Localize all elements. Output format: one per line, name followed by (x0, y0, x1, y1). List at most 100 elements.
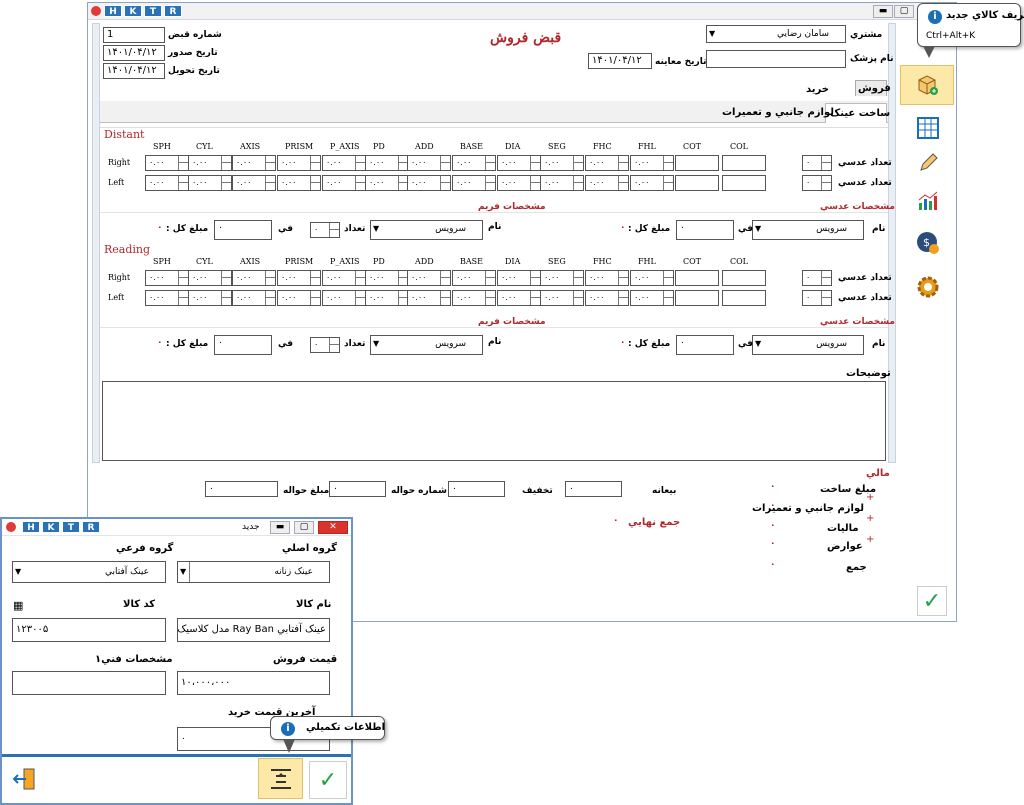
lens-name-select[interactable]: سرويس ▼ (752, 335, 864, 355)
prescription-cell[interactable] (675, 155, 719, 171)
prescription-cell[interactable]: ۰.۰۰ (365, 155, 409, 171)
lens-qty-spinner[interactable]: ۰ (802, 175, 832, 191)
frame-fi-input[interactable]: ۰ (214, 335, 272, 355)
lens-qty-spinner[interactable]: ۰ (802, 290, 832, 306)
prescription-cell[interactable] (722, 290, 766, 306)
prescription-cell[interactable]: ۰.۰۰ (145, 175, 189, 191)
maximize-icon[interactable]: ▢ (894, 5, 914, 18)
prescription-cell[interactable]: ۰.۰۰ (145, 290, 189, 306)
issue-date-input[interactable]: ۱۴۰۱/۰۴/۱۲ (103, 45, 165, 61)
prescription-cell[interactable]: ۰.۰۰ (322, 290, 366, 306)
frame-count-spinner[interactable]: ۰ (310, 337, 340, 353)
key-k[interactable]: K (124, 5, 142, 17)
prescription-cell[interactable]: ۰.۰۰ (630, 270, 674, 286)
prescription-cell[interactable]: ۰.۰۰ (407, 175, 451, 191)
key-r[interactable]: R (164, 5, 182, 17)
prescription-cell[interactable]: ۰.۰۰ (365, 175, 409, 191)
lens-fi-input[interactable]: ۰ (676, 335, 734, 355)
frame-name-select[interactable]: سرويس ▼ (370, 220, 483, 240)
transfer-no-input[interactable]: ۰ (329, 481, 386, 497)
lens-qty-spinner[interactable]: ۰ (802, 155, 832, 171)
key-k[interactable]: K (42, 521, 60, 533)
prescription-cell[interactable]: ۰.۰۰ (188, 270, 232, 286)
report-button[interactable] (913, 186, 943, 216)
key-r[interactable]: R (82, 521, 100, 533)
prescription-cell[interactable]: ۰.۰۰ (630, 290, 674, 306)
prescription-cell[interactable]: ۰.۰۰ (232, 175, 276, 191)
prescription-cell[interactable]: ۰.۰۰ (452, 155, 496, 171)
tech-spec-input[interactable] (12, 671, 166, 695)
prescription-cell[interactable] (675, 175, 719, 191)
key-t[interactable]: T (144, 5, 162, 17)
close-icon[interactable]: ✕ (318, 521, 348, 534)
key-t[interactable]: T (62, 521, 80, 533)
prescription-cell[interactable]: ۰.۰۰ (322, 270, 366, 286)
prescription-cell[interactable] (722, 175, 766, 191)
prescription-cell[interactable]: ۰.۰۰ (497, 155, 541, 171)
sub-group-select[interactable]: عينک آفتابي ▼ (12, 561, 166, 583)
tab-purchase[interactable]: خريد (800, 80, 840, 96)
tab-sale[interactable]: فروش (855, 80, 891, 96)
prescription-cell[interactable]: ۰.۰۰ (188, 290, 232, 306)
prescription-cell[interactable]: ۰.۰۰ (585, 290, 629, 306)
prescription-cell[interactable]: ۰.۰۰ (452, 270, 496, 286)
prescription-cell[interactable]: ۰.۰۰ (585, 175, 629, 191)
plus-icon[interactable]: + (866, 492, 874, 503)
delivery-date-input[interactable]: ۱۴۰۱/۰۴/۱۲ (103, 63, 165, 79)
prescription-cell[interactable] (722, 155, 766, 171)
prescription-cell[interactable]: ۰.۰۰ (188, 155, 232, 171)
close-dot-icon[interactable] (6, 522, 16, 532)
prescription-cell[interactable]: ۰.۰۰ (585, 155, 629, 171)
prescription-cell[interactable]: ۰.۰۰ (365, 290, 409, 306)
prescription-cell[interactable]: ۰.۰۰ (452, 175, 496, 191)
prescription-cell[interactable]: ۰.۰۰ (407, 290, 451, 306)
prescription-cell[interactable]: ۰.۰۰ (232, 155, 276, 171)
prescription-cell[interactable]: ۰.۰۰ (365, 270, 409, 286)
prescription-cell[interactable]: ۰.۰۰ (540, 290, 584, 306)
prescription-cell[interactable]: ۰.۰۰ (188, 175, 232, 191)
prescription-cell[interactable]: ۰.۰۰ (540, 175, 584, 191)
tab-lens-making[interactable]: ساخت عينک (825, 103, 890, 123)
prescription-cell[interactable]: ۰.۰۰ (540, 155, 584, 171)
prescription-cell[interactable]: ۰.۰۰ (585, 270, 629, 286)
receipt-no-input[interactable]: 1 (103, 27, 165, 43)
edit-button[interactable] (913, 148, 943, 178)
prescription-cell[interactable]: ۰.۰۰ (277, 290, 321, 306)
prescription-cell[interactable]: ۰.۰۰ (145, 270, 189, 286)
prescription-cell[interactable]: ۰.۰۰ (277, 175, 321, 191)
lens-name-select[interactable]: سرويس ▼ (752, 220, 864, 240)
table-button[interactable] (913, 113, 943, 143)
prescription-cell[interactable]: ۰.۰۰ (497, 290, 541, 306)
frame-count-spinner[interactable]: ۰ (310, 222, 340, 238)
transfer-amount-input[interactable]: ۰ (205, 481, 278, 497)
finance-button[interactable]: $ (913, 228, 943, 258)
notes-textarea[interactable] (102, 381, 886, 461)
prescription-cell[interactable]: ۰.۰۰ (322, 175, 366, 191)
prescription-cell[interactable]: ۰.۰۰ (277, 155, 321, 171)
lens-qty-spinner[interactable]: ۰ (802, 270, 832, 286)
dialog-confirm-button[interactable]: ✓ (309, 761, 347, 799)
prescription-cell[interactable]: ۰.۰۰ (497, 270, 541, 286)
key-h[interactable]: H (22, 521, 40, 533)
barcode-icon[interactable]: ▦ (13, 599, 23, 612)
prescription-cell[interactable]: ۰.۰۰ (145, 155, 189, 171)
confirm-button[interactable]: ✓ (917, 586, 947, 616)
frame-fi-input[interactable]: ۰ (214, 220, 272, 240)
prescription-cell[interactable]: ۰.۰۰ (232, 270, 276, 286)
prescription-cell[interactable]: ۰.۰۰ (630, 155, 674, 171)
prescription-cell[interactable]: ۰.۰۰ (277, 270, 321, 286)
extra-info-button[interactable] (258, 758, 303, 799)
prescription-cell[interactable]: ۰.۰۰ (232, 290, 276, 306)
prescription-cell[interactable] (675, 270, 719, 286)
prescription-cell[interactable]: ۰.۰۰ (407, 270, 451, 286)
maximize-icon[interactable]: ▢ (294, 521, 314, 534)
prescription-cell[interactable] (722, 270, 766, 286)
left-scrollbar[interactable] (92, 23, 100, 463)
discount-input[interactable]: ۰ (448, 481, 505, 497)
minimize-icon[interactable]: ▬ (873, 5, 893, 18)
exit-button[interactable] (8, 762, 42, 796)
item-name-input[interactable]: عينک آفتابي Ray Ban مدل کلاسيک (177, 618, 330, 642)
plus-icon[interactable]: + (866, 513, 874, 524)
doctor-input[interactable] (706, 50, 846, 68)
plus-icon[interactable]: + (866, 534, 874, 545)
